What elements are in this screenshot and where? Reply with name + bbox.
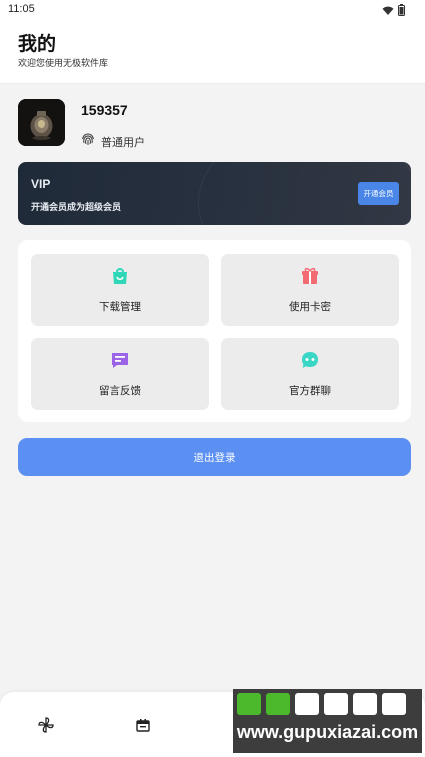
status-icons (382, 3, 405, 17)
watermark: www.gupuxiazai.com (233, 689, 422, 753)
vip-title: VIP (31, 177, 51, 191)
status-time: 11:05 (8, 3, 35, 15)
watermark-logo (237, 693, 406, 715)
page-subtitle: 欢迎您使用无极软件库 (18, 59, 109, 69)
message-icon (110, 350, 130, 370)
user-level: 普通用户 (81, 132, 145, 151)
shopping-bag-icon (110, 266, 130, 286)
menu-item-label: 使用卡密 (289, 301, 331, 313)
pinwheel-icon[interactable] (38, 717, 54, 733)
chat-bubble-icon (300, 350, 320, 370)
vip-card: VIP 开通会员成为超级会员 开通会员 (18, 162, 411, 225)
user-profile[interactable]: 159357 普通用户 (18, 99, 408, 149)
menu-item-label: 留言反馈 (99, 385, 141, 397)
fingerprint-icon (81, 132, 95, 151)
status-bar: 11:05 (0, 0, 425, 20)
page-header: 我的 欢迎您使用无极软件库 (0, 20, 425, 84)
username: 159357 (81, 102, 128, 118)
vip-description: 开通会员成为超级会员 (31, 203, 122, 213)
logout-button[interactable]: 退出登录 (18, 438, 411, 476)
watermark-url: www.gupuxiazai.com (236, 722, 419, 742)
menu-item-label: 官方群聊 (289, 385, 331, 397)
battery-icon (398, 1, 405, 20)
user-level-label: 普通用户 (101, 135, 145, 149)
page-title: 我的 (18, 33, 57, 55)
menu-item-label: 下载管理 (99, 301, 141, 313)
calendar-icon[interactable] (135, 717, 151, 733)
menu-item-download-management[interactable]: 下载管理 (31, 254, 209, 326)
avatar[interactable] (18, 99, 65, 146)
gift-icon (300, 266, 320, 286)
wifi-icon (382, 1, 394, 20)
menu-item-feedback[interactable]: 留言反馈 (31, 338, 209, 410)
menu-item-use-card-key[interactable]: 使用卡密 (221, 254, 399, 326)
menu-item-official-group[interactable]: 官方群聊 (221, 338, 399, 410)
menu-panel: 下载管理 使用卡密 留言反馈 官方群聊 (18, 240, 411, 422)
vip-activate-button[interactable]: 开通会员 (358, 182, 399, 205)
